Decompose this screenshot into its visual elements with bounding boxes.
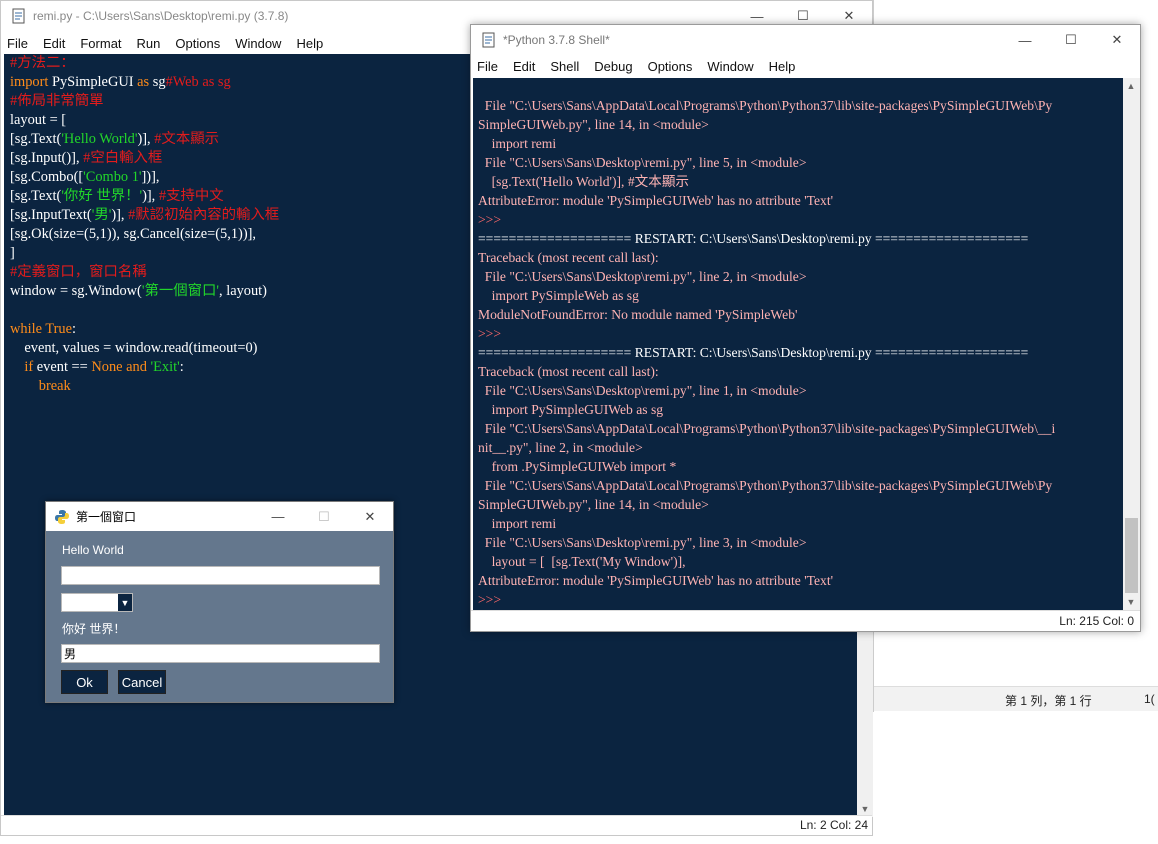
shell-line: import remi <box>478 136 557 151</box>
menu-window[interactable]: Window <box>229 36 287 51</box>
python-shell-icon <box>481 32 497 48</box>
shell-statusbar: Ln: 215 Col: 0 <box>471 610 1140 631</box>
dialog-combo-value <box>62 596 64 610</box>
shell-line: SimpleGUIWeb.py", line 14, in <module> <box>478 117 709 132</box>
cancel-button[interactable]: Cancel <box>118 670 166 694</box>
dialog-titlebar[interactable]: 第一個窗口 — ☐ ✕ <box>46 502 393 531</box>
shell-window[interactable]: *Python 3.7.8 Shell* — ☐ ✕ File Edit She… <box>470 24 1141 632</box>
shell-line: File "C:\Users\Sans\AppData\Local\Progra… <box>478 478 1053 493</box>
shell-line: from .PySimpleGUIWeb import * <box>478 459 677 474</box>
shell-menu-help[interactable]: Help <box>763 59 802 74</box>
python-file-icon <box>11 8 27 24</box>
shell-line: File "C:\Users\Sans\Desktop\remi.py", li… <box>478 383 807 398</box>
shell-line: File "C:\Users\Sans\AppData\Local\Progra… <box>478 421 1056 436</box>
shell-line: >>> <box>478 326 505 341</box>
dialog-minimize-button[interactable]: — <box>255 502 301 531</box>
shell-line: >>> <box>478 212 505 227</box>
shell-line: import PySimpleGUIWeb as sg <box>478 402 664 417</box>
menu-edit[interactable]: Edit <box>37 36 71 51</box>
dialog-title: 第一個窗口 <box>76 510 137 524</box>
shell-scroll-down-arrow-icon[interactable]: ▼ <box>1123 594 1139 610</box>
dialog-input-field[interactable] <box>61 566 380 585</box>
dialog-default-input[interactable] <box>61 644 380 663</box>
background-status-extra: 1( <box>1144 692 1155 706</box>
shell-scroll-thumb[interactable] <box>1125 518 1138 593</box>
shell-menubar: File Edit Shell Debug Options Window Hel… <box>471 55 1140 77</box>
shell-menu-window[interactable]: Window <box>701 59 759 74</box>
editor-title: remi.py - C:\Users\Sans\Desktop\remi.py … <box>33 9 289 23</box>
shell-output[interactable]: File "C:\Users\Sans\AppData\Local\Progra… <box>473 78 1123 610</box>
background-status-text: 第 1 列，第 1 行 <box>1005 694 1092 708</box>
shell-menu-shell[interactable]: Shell <box>544 59 585 74</box>
dialog-maximize-button: ☐ <box>318 508 330 524</box>
background-statusbar: 第 1 列，第 1 行 1( <box>874 686 1158 711</box>
shell-line: ==================== RESTART: C:\Users\S… <box>478 345 1029 360</box>
shell-line: File "C:\Users\Sans\Desktop\remi.py", li… <box>478 155 807 170</box>
pysimplegui-dialog[interactable]: 第一個窗口 — ☐ ✕ Hello World ▼ 你好 世界！ Ok Canc… <box>45 501 394 703</box>
shell-scroll-up-arrow-icon[interactable]: ▲ <box>1123 78 1139 94</box>
dialog-text-hello: Hello World <box>62 543 124 557</box>
shell-line: File "C:\Users\Sans\Desktop\remi.py", li… <box>478 535 807 550</box>
shell-line: AttributeError: module 'PySimpleGUIWeb' … <box>478 193 834 208</box>
shell-line: File "C:\Users\Sans\Desktop\remi.py", li… <box>478 269 807 284</box>
python-logo-icon <box>54 509 70 525</box>
menu-options[interactable]: Options <box>169 36 226 51</box>
shell-line: File "C:\Users\Sans\AppData\Local\Progra… <box>478 98 1053 113</box>
shell-close-button[interactable]: ✕ <box>1094 25 1140 55</box>
menu-file[interactable]: File <box>1 36 34 51</box>
shell-titlebar[interactable]: *Python 3.7.8 Shell* — ☐ ✕ <box>471 25 1140 55</box>
shell-line: Traceback (most recent call last): <box>478 364 659 379</box>
shell-menu-options[interactable]: Options <box>642 59 699 74</box>
editor-statusbar: Ln: 2 Col: 24 <box>1 815 872 835</box>
menu-format[interactable]: Format <box>74 36 127 51</box>
combo-dropdown-icon[interactable]: ▼ <box>118 594 132 611</box>
dialog-close-button[interactable]: ✕ <box>347 502 393 531</box>
shell-line: import remi <box>478 516 557 531</box>
dialog-text-chinese: 你好 世界！ <box>62 622 126 636</box>
shell-menu-file[interactable]: File <box>471 59 504 74</box>
shell-line: Traceback (most recent call last): <box>478 250 659 265</box>
shell-line: nit__.py", line 2, in <module> <box>478 440 643 455</box>
shell-line: SimpleGUIWeb.py", line 14, in <module> <box>478 497 709 512</box>
shell-menu-debug[interactable]: Debug <box>588 59 638 74</box>
shell-line: ModuleNotFoundError: No module named 'Py… <box>478 307 798 322</box>
shell-line: [sg.Text('Hello World')], #文本顯示 <box>478 174 690 189</box>
menu-run[interactable]: Run <box>131 36 167 51</box>
shell-menu-edit[interactable]: Edit <box>507 59 541 74</box>
shell-line: ==================== RESTART: C:\Users\S… <box>478 231 1029 246</box>
shell-title: *Python 3.7.8 Shell* <box>503 33 610 47</box>
shell-line: AttributeError: module 'PySimpleGUIWeb' … <box>478 573 834 588</box>
ok-button[interactable]: Ok <box>61 670 108 694</box>
shell-maximize-button[interactable]: ☐ <box>1048 25 1094 55</box>
shell-line: import PySimpleWeb as sg <box>478 288 639 303</box>
dialog-combo[interactable]: ▼ <box>61 593 133 612</box>
shell-line: >>> <box>478 592 505 607</box>
shell-scrollbar[interactable]: ▲ ▼ <box>1123 78 1140 610</box>
shell-line: layout = [ [sg.Text('My Window')], <box>478 554 686 569</box>
menu-help[interactable]: Help <box>290 36 329 51</box>
shell-minimize-button[interactable]: — <box>1002 25 1048 55</box>
